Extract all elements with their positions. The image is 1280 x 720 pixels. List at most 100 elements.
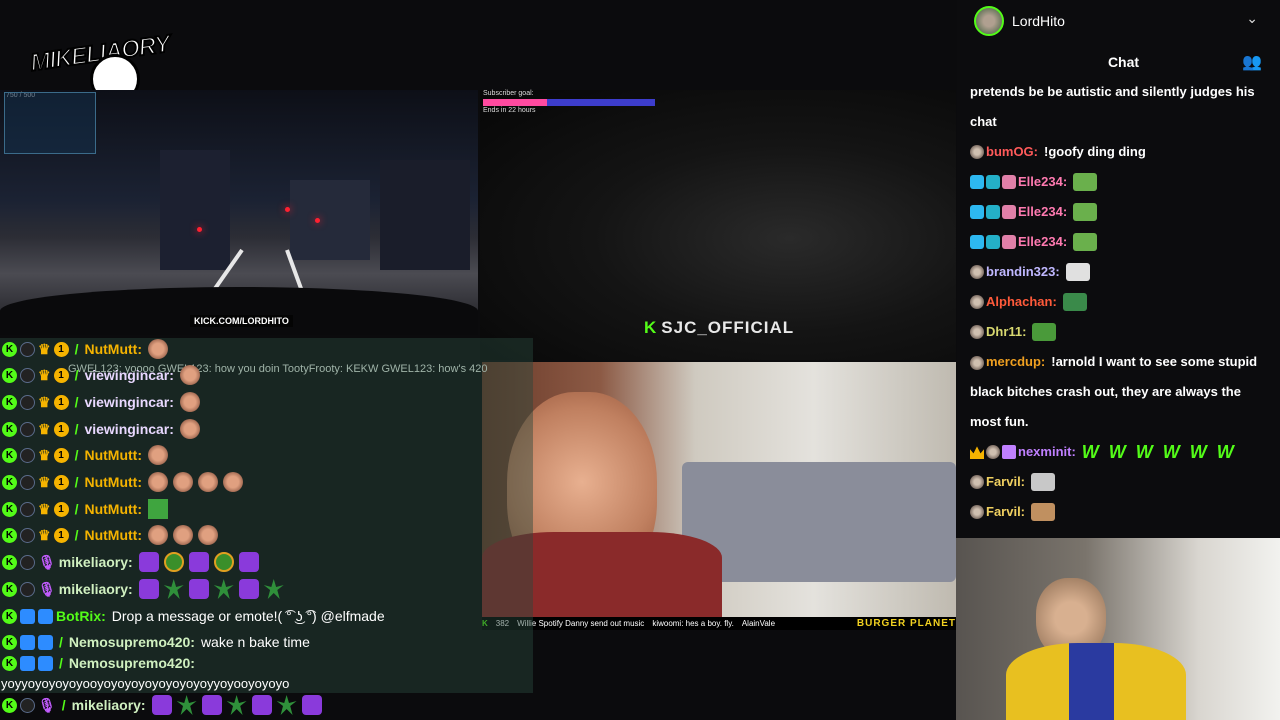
- crown-icon: ♛: [38, 340, 51, 357]
- chat-username: Farvil:: [986, 504, 1026, 519]
- ring-badge-icon: [20, 367, 35, 383]
- slash-icon: /: [74, 367, 79, 383]
- crown-icon: ♛: [38, 420, 51, 437]
- emote-purple-icon: [138, 579, 159, 599]
- avatar-icon: [970, 145, 984, 159]
- channel-header[interactable]: LordHito ⌄: [957, 0, 1280, 44]
- overlay-chat-row: K 🎙 mikeliaory:: [2, 549, 264, 575]
- emote-purple-icon: [251, 695, 272, 715]
- ticker-brand: BURGER PLANET: [856, 618, 956, 629]
- sub-month-badge: 1: [53, 447, 69, 463]
- emote-purple-icon: [138, 552, 159, 572]
- overlay-chat-row: K ♛ 1 / NutMutt:: [2, 522, 223, 548]
- avatar-icon: [970, 355, 984, 370]
- emote-face-icon: [197, 525, 218, 545]
- w-emote-icon: W: [1108, 442, 1126, 462]
- gift-badge-icon: [1002, 235, 1016, 249]
- emote-face-icon: [197, 472, 218, 492]
- chat-message-row: Elle234:: [970, 227, 1270, 257]
- w-emote-icon: W: [1216, 442, 1234, 462]
- overlay-chat-row: K / Nemosupremo420:: [2, 650, 201, 676]
- chat-username: Elle234:: [1018, 174, 1068, 189]
- ring-badge-icon: [20, 447, 35, 463]
- overlay-chat-row: K ♛ 1 / NutMutt:: [2, 336, 173, 362]
- tool-badge-icon: [970, 205, 984, 219]
- emote-bat-icon: [1073, 233, 1098, 251]
- kick-badge-icon: K: [2, 341, 17, 357]
- chat-message-row: Elle234:: [970, 167, 1270, 197]
- ring-badge-icon: [20, 474, 35, 490]
- streamer-tag: K SJC_OFFICIAL: [644, 318, 794, 338]
- webcam-feed: [956, 538, 1280, 720]
- chat-username: Nemosupremo420:: [68, 634, 195, 650]
- emote-weed-icon: [213, 579, 234, 599]
- emote-round-icon: [163, 552, 184, 572]
- emote-face-icon: [147, 525, 168, 545]
- chat-username: BotRix:: [56, 608, 106, 624]
- avatar-icon: [970, 325, 984, 339]
- chat-username: Farvil:: [986, 474, 1026, 489]
- crown-icon: ♛: [38, 393, 51, 410]
- emote-face-icon: [179, 419, 200, 439]
- emote-weed-icon: [276, 695, 297, 715]
- mic-icon: 🎙: [38, 580, 56, 597]
- chat-message-row: brandin323:: [970, 257, 1270, 287]
- emote-dog-icon: [1031, 503, 1056, 521]
- chat-username: NutMutt:: [84, 474, 142, 490]
- emote-car-icon: [1031, 473, 1056, 491]
- overlay-chat-row: K 🎙 mikeliaory:: [2, 576, 289, 602]
- chat-message-row: bumOG: !goofy ding ding: [970, 137, 1270, 167]
- chat-username: mikeliaory:: [71, 697, 146, 713]
- emote-purple-icon: [238, 552, 259, 572]
- ticker-item: AlainVale: [741, 619, 776, 628]
- sub-month-badge: 1: [53, 341, 69, 357]
- traffic-light: [197, 227, 202, 232]
- sub-month-badge: 1: [53, 527, 69, 543]
- channel-avatar: [974, 6, 1004, 36]
- bed: [682, 462, 956, 582]
- chat-message: wake n bake time: [200, 634, 310, 650]
- users-icon[interactable]: 👥: [1242, 52, 1262, 72]
- streamer-tag-name: SJC_OFFICIAL: [661, 318, 795, 337]
- avatar-icon: [970, 265, 984, 279]
- og-badge-icon: [986, 175, 1000, 189]
- chat-username: viewingincar:: [84, 394, 174, 410]
- sub-month-badge: 1: [53, 421, 69, 437]
- emote-face-icon: [147, 472, 168, 492]
- building: [160, 150, 230, 270]
- w-emote-icon: W: [1081, 442, 1099, 462]
- chat-title: Chat: [1107, 54, 1140, 70]
- overlay-chat-row: K ♛ 1 / viewingincar:: [2, 416, 205, 442]
- building: [380, 160, 470, 270]
- ring-badge-icon: [20, 501, 35, 517]
- tool-badge-icon: [970, 175, 984, 189]
- overlay-chat-row: K 🎙 / mikeliaory:: [2, 692, 327, 718]
- chat-username: viewingincar:: [84, 421, 174, 437]
- wrapped-message: yoyyoyoyoyoyooyoyoyoyoyoyoyoyoyyoyooyoyo…: [1, 676, 290, 691]
- slash-icon: /: [74, 501, 79, 517]
- ring-badge-icon: [20, 394, 35, 410]
- emote-purple-icon: [238, 579, 259, 599]
- slash-icon: /: [74, 394, 79, 410]
- kick-badge-icon: K: [2, 655, 17, 671]
- chat-message-row: mercdup: !arnold I want to see some stupi…: [970, 347, 1270, 437]
- chat-message-tail: ( ͡° ͜ʖ ͡°) @elfmade: [277, 608, 385, 624]
- emote-face-icon: [172, 472, 193, 492]
- gift-badge-icon: [1002, 175, 1016, 189]
- ring-badge-icon: [20, 421, 35, 437]
- crown-icon: [970, 446, 984, 459]
- verified-badge-icon: [38, 655, 53, 671]
- avatar-icon: [970, 505, 984, 519]
- chevron-down-icon[interactable]: ⌄: [1246, 10, 1258, 27]
- overlay-chat-row: K BotRix: Drop a message or emote! ( ͡° ͜ʖ…: [2, 603, 385, 629]
- crown-icon: ♛: [38, 473, 51, 490]
- emote-face-icon: [179, 392, 200, 412]
- emote-purple-icon: [201, 695, 222, 715]
- chat-username: Elle234:: [1018, 204, 1068, 219]
- kick-logo-icon: K: [644, 318, 658, 337]
- emote-frog-icon: [1032, 323, 1057, 341]
- sub-month-badge: 1: [53, 501, 69, 517]
- sub-month-badge: 1: [53, 367, 69, 383]
- slash-icon: /: [74, 341, 79, 357]
- sub-badge-icon: [1002, 445, 1016, 459]
